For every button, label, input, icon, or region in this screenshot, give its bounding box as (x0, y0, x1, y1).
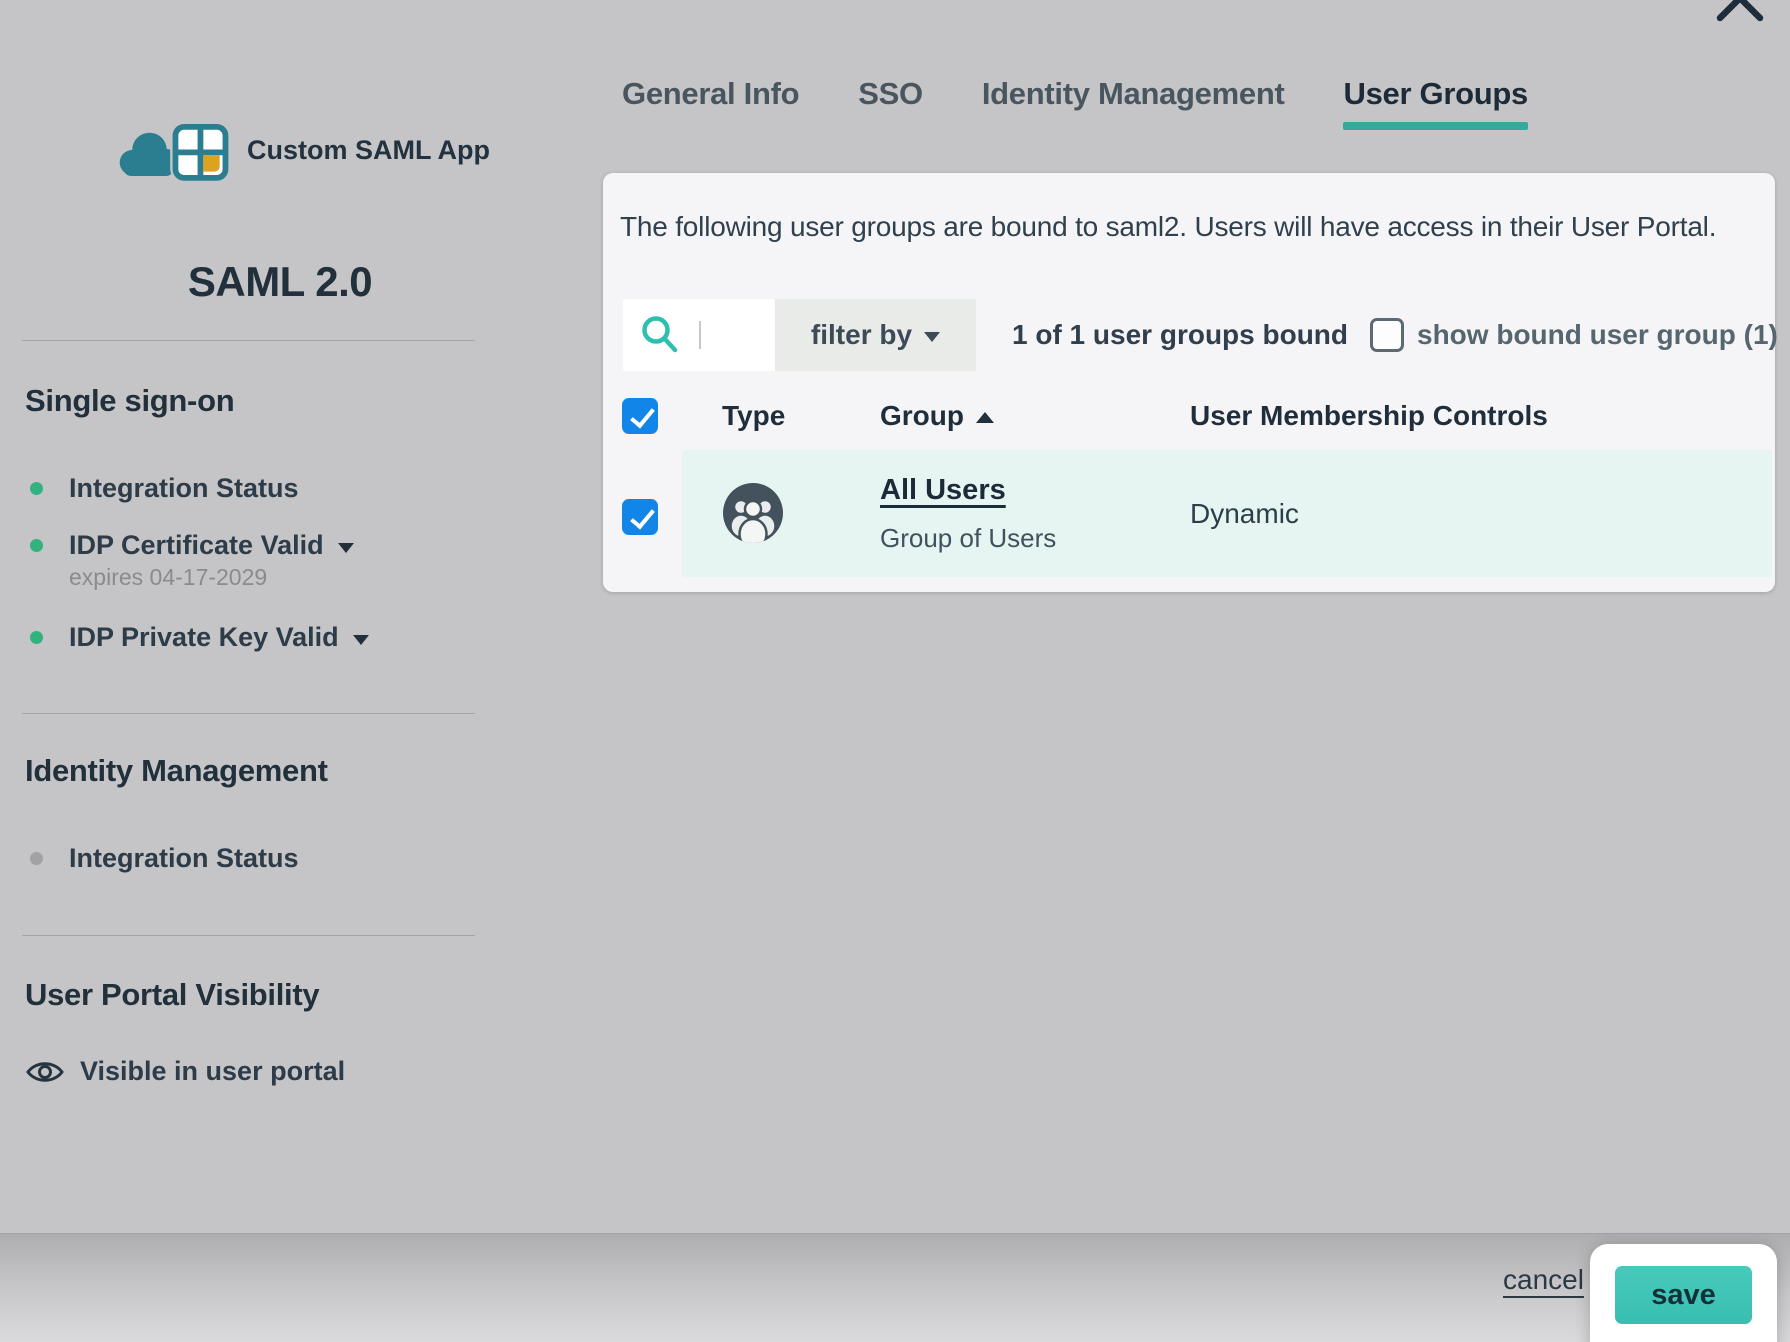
filter-by-button[interactable]: filter by (775, 299, 976, 371)
chevron-down-icon[interactable] (338, 543, 354, 553)
app-logo: Custom SAML App (112, 118, 490, 182)
idp-certificate-label: IDP Certificate Valid (69, 530, 324, 561)
bound-groups-summary: 1 of 1 user groups bound (1012, 299, 1348, 371)
sso-integration-status-item: Integration Status (30, 473, 299, 504)
identity-integration-status-item: Integration Status (30, 843, 299, 874)
column-header-type: Type (722, 398, 785, 434)
select-all-checkbox[interactable] (622, 398, 658, 434)
group-name-link[interactable]: All Users (880, 474, 1006, 507)
sidebar-divider (22, 340, 475, 341)
show-bound-checkbox[interactable] (1370, 318, 1404, 352)
sort-ascending-icon (976, 412, 994, 423)
group-type-label: Group of Users (880, 523, 1056, 554)
modal-footer: cancel save (0, 1233, 1790, 1342)
protocol-title: SAML 2.0 (0, 258, 560, 306)
chevron-down-icon[interactable] (353, 635, 369, 645)
tab-identity-management[interactable]: Identity Management (982, 76, 1285, 130)
status-dot-green-icon (30, 539, 43, 552)
sso-integration-status-label: Integration Status (69, 473, 299, 504)
chevron-down-icon (924, 332, 940, 342)
tab-sso[interactable]: SSO (858, 76, 923, 130)
search-input[interactable] (687, 309, 767, 361)
column-header-group-label: Group (880, 398, 964, 434)
status-dot-green-icon (30, 482, 43, 495)
user-group-avatar-icon (722, 482, 784, 544)
sso-section-heading: Single sign-on (25, 383, 234, 419)
row-checkbox[interactable] (622, 499, 658, 535)
search-box[interactable] (623, 299, 775, 371)
idp-private-key-item[interactable]: IDP Private Key Valid (30, 622, 369, 653)
cloud-grid-logo-icon (112, 118, 237, 182)
certificate-expiry-text: expires 04-17-2029 (69, 564, 267, 591)
table-row[interactable]: All Users Group of Users Dynamic (682, 450, 1772, 577)
tab-user-groups[interactable]: User Groups (1343, 76, 1527, 130)
idp-certificate-item[interactable]: IDP Certificate Valid (30, 530, 354, 561)
group-name-block: All Users Group of Users (880, 474, 1056, 554)
show-bound-toggle[interactable]: show bound user group (1) (1370, 299, 1778, 371)
status-dot-green-icon (30, 631, 43, 644)
visibility-section-heading: User Portal Visibility (25, 977, 319, 1013)
show-bound-label[interactable]: show bound user group (1) (1417, 319, 1778, 351)
search-filter-group: filter by (623, 299, 976, 371)
portal-visibility-label: Visible in user portal (80, 1056, 345, 1087)
sidebar-divider (22, 713, 475, 714)
search-icon (639, 314, 681, 356)
column-header-membership: User Membership Controls (1190, 398, 1548, 434)
cancel-button[interactable]: cancel (1503, 1264, 1584, 1296)
filter-by-label: filter by (811, 319, 912, 351)
user-groups-panel: The following user groups are bound to s… (603, 173, 1775, 592)
save-button[interactable]: save (1615, 1266, 1752, 1324)
panel-description: The following user groups are bound to s… (620, 211, 1716, 243)
idp-private-key-label: IDP Private Key Valid (69, 622, 339, 653)
table-header: Type Group User Membership Controls (603, 398, 1775, 434)
save-button-highlight: save (1590, 1244, 1777, 1342)
portal-visibility-item: Visible in user portal (25, 1056, 345, 1087)
identity-integration-status-label: Integration Status (69, 843, 299, 874)
identity-section-heading: Identity Management (25, 753, 328, 789)
tab-general-info[interactable]: General Info (622, 76, 799, 130)
tab-bar: General Info SSO Identity Management Use… (622, 76, 1528, 130)
column-header-group[interactable]: Group (880, 398, 994, 434)
membership-value: Dynamic (1190, 450, 1299, 577)
app-logo-label: Custom SAML App (247, 135, 490, 166)
status-dot-gray-icon (30, 852, 43, 865)
eye-icon (25, 1058, 65, 1086)
close-icon[interactable] (1708, 0, 1772, 30)
sidebar-divider (22, 935, 475, 936)
